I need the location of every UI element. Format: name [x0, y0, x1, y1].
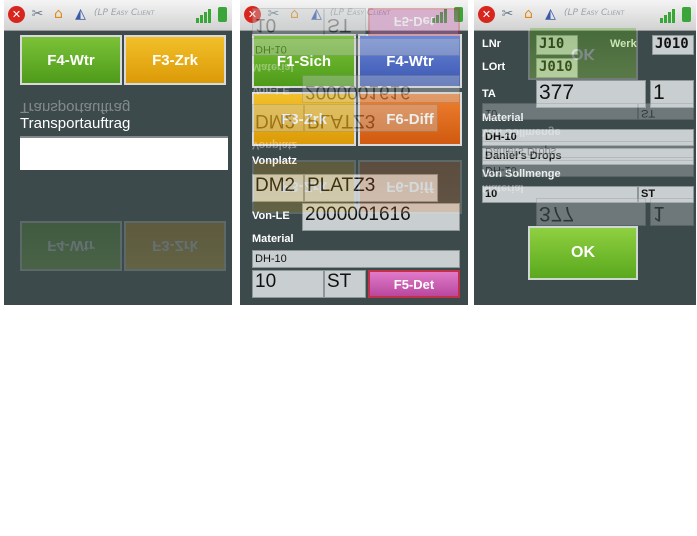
reflection-field: DH-10: [482, 160, 694, 177]
reflection-button: F3-Zrk: [252, 160, 356, 214]
reflection-button: F4-Wtr: [20, 221, 122, 271]
screen-3-reflection: OK 10 ST Von Sollmenge Daniel's Drops DH…: [474, 1, 696, 306]
reflection-field: DH-10: [252, 38, 460, 56]
reflection-field: DM2: [252, 104, 304, 132]
reflection-button: F5-Det: [368, 8, 460, 36]
screen-2-reflection: 10 ST F5-Det DH-10 Material Von-LE 20000…: [240, 1, 468, 306]
reflection-field: 10: [482, 103, 638, 120]
reflection-field: Daniel's Drops: [482, 141, 694, 158]
reflection-field: 377: [536, 198, 646, 226]
reflection-fade: [240, 306, 468, 536]
device-screen-1: ✕ ✂ ⌂ ◭ (LP Easy Client F4-Wtr F3-Zrk Tr…: [4, 0, 232, 536]
reflection-label: Von Sollmenge: [482, 126, 561, 138]
reflection-button: F3-Zrk: [124, 221, 226, 271]
screen-1-reflection: Transportauftrag F3-Zrk F4-Wtr: [4, 1, 232, 306]
reflection-input: [20, 136, 228, 168]
reflection-button: OK: [528, 26, 638, 80]
device-screen-2: ✕ ✂ ⌂ ◭ (LP Easy Client F1-Sich F4-Wtr F…: [240, 0, 468, 536]
reflection-label: Vonplatz: [252, 139, 298, 151]
reflection-label: Von-LE: [252, 84, 290, 96]
reflection-field: 10: [252, 8, 324, 36]
reflection-label: Material: [482, 182, 524, 194]
reflection-field: ST: [324, 8, 366, 36]
reflection-button: F6-Diff: [358, 160, 462, 214]
device-screen-3: ✕ ✂ ⌂ ◭ (LP Easy Client LNr J10 Werk J01…: [474, 0, 696, 536]
reflection-field: ST: [638, 103, 694, 120]
reflection-label: Material: [252, 61, 294, 73]
reflection-field: 1: [650, 198, 694, 226]
reflection-label: Transportauftrag: [20, 99, 131, 116]
reflection-fade: [4, 306, 232, 536]
reflection-field: PLATZ3: [304, 104, 438, 132]
reflection-fade: [474, 306, 696, 536]
reflection-field: 2000001616: [302, 75, 460, 103]
